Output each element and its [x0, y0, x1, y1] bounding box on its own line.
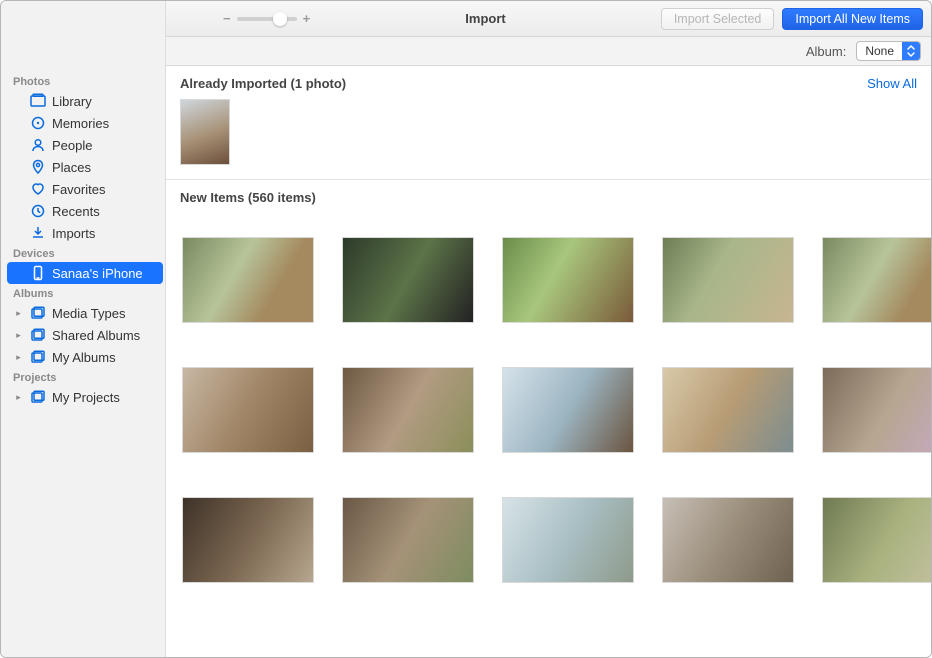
sidebar-item-imports[interactable]: Imports: [7, 222, 163, 244]
window-body: Photos Library Memories People: [1, 66, 931, 657]
photo-thumbnail[interactable]: [822, 367, 931, 453]
recents-icon: [30, 203, 46, 219]
album-icon: [30, 327, 46, 343]
already-imported-header: Already Imported (1 photo) Show All: [166, 66, 931, 99]
album-icon: [30, 389, 46, 405]
photo-thumbnail[interactable]: [662, 237, 794, 323]
sidebar-item-label: Recents: [52, 204, 157, 219]
chevron-right-icon[interactable]: ▸: [13, 308, 24, 319]
photo-thumbnail[interactable]: [502, 237, 634, 323]
album-icon: [30, 305, 46, 321]
sidebar-item-label: Favorites: [52, 182, 157, 197]
section-heading: Already Imported (1 photo): [180, 76, 346, 91]
sidebar-item-places[interactable]: Places: [7, 156, 163, 178]
photo-thumbnail[interactable]: [182, 367, 314, 453]
photos-window: − + Import Import Selected Import All Ne…: [0, 0, 932, 658]
new-items-header: New Items (560 items): [166, 180, 931, 213]
section-heading: New Items (560 items): [180, 190, 316, 205]
sidebar-header-devices: Devices: [7, 244, 163, 262]
chevron-up-down-icon: [902, 42, 920, 60]
iphone-icon: [30, 265, 46, 281]
sidebar-item-memories[interactable]: Memories: [7, 112, 163, 134]
photo-thumbnail[interactable]: [182, 237, 314, 323]
zoom-out-icon: −: [223, 11, 231, 26]
places-icon: [30, 159, 46, 175]
album-label: Album:: [806, 44, 846, 59]
zoom-track[interactable]: [237, 17, 297, 21]
import-all-button[interactable]: Import All New Items: [782, 8, 923, 30]
window-title: Import: [320, 11, 651, 26]
zoom-knob[interactable]: [273, 12, 287, 26]
sidebar-header-projects: Projects: [7, 368, 163, 386]
photo-thumbnail[interactable]: [502, 497, 634, 583]
photo-thumbnail[interactable]: [662, 497, 794, 583]
photo-thumbnail[interactable]: [342, 237, 474, 323]
photo-thumbnail[interactable]: [822, 237, 931, 323]
sidebar-item-label: Imports: [52, 226, 157, 241]
sidebar-item-label: People: [52, 138, 157, 153]
new-items-grid: [166, 213, 931, 583]
show-all-link[interactable]: Show All: [867, 76, 917, 91]
photo-thumbnail[interactable]: [342, 497, 474, 583]
sidebar-item-label: Places: [52, 160, 157, 175]
photo-thumbnail[interactable]: [822, 497, 931, 583]
sidebar-header-photos: Photos: [7, 72, 163, 90]
sidebar: Photos Library Memories People: [1, 1, 166, 657]
chevron-right-icon[interactable]: ▸: [13, 330, 24, 341]
photo-thumbnail[interactable]: [180, 99, 230, 165]
memories-icon: [30, 115, 46, 131]
photo-thumbnail[interactable]: [342, 367, 474, 453]
photo-thumbnail[interactable]: [182, 497, 314, 583]
sidebar-item-label: Memories: [52, 116, 157, 131]
toolbar-right: Import Selected Import All New Items: [661, 8, 923, 30]
library-icon: [30, 93, 46, 109]
album-icon: [30, 349, 46, 365]
sidebar-item-label: My Albums: [52, 350, 157, 365]
sidebar-item-library[interactable]: Library: [7, 90, 163, 112]
sidebar-item-label: Media Types: [52, 306, 157, 321]
sidebar-item-recents[interactable]: Recents: [7, 200, 163, 222]
sidebar-item-my-projects[interactable]: ▸ My Projects: [7, 386, 163, 408]
album-select-value: None: [857, 44, 902, 58]
favorites-icon: [30, 181, 46, 197]
photo-thumbnail[interactable]: [662, 367, 794, 453]
sidebar-item-label: Sanaa's iPhone: [52, 266, 157, 281]
sidebar-item-label: Shared Albums: [52, 328, 157, 343]
sidebar-header-albums: Albums: [7, 284, 163, 302]
photo-thumbnail[interactable]: [502, 367, 634, 453]
chevron-right-icon[interactable]: ▸: [13, 352, 24, 363]
sidebar-item-my-albums[interactable]: ▸ My Albums: [7, 346, 163, 368]
sidebar-item-shared-albums[interactable]: ▸ Shared Albums: [7, 324, 163, 346]
album-select[interactable]: None: [856, 41, 921, 61]
sidebar-item-media-types[interactable]: ▸ Media Types: [7, 302, 163, 324]
zoom-in-icon: +: [303, 11, 311, 26]
import-main: Already Imported (1 photo) Show All New …: [166, 66, 931, 657]
thumbnail-zoom-slider[interactable]: − +: [223, 11, 310, 26]
already-imported-row: [166, 99, 931, 179]
sidebar-item-label: Library: [52, 94, 157, 109]
people-icon: [30, 137, 46, 153]
sidebar-item-people[interactable]: People: [7, 134, 163, 156]
imports-icon: [30, 225, 46, 241]
sidebar-item-favorites[interactable]: Favorites: [7, 178, 163, 200]
sidebar-item-label: My Projects: [52, 390, 157, 405]
chevron-right-icon[interactable]: ▸: [13, 392, 24, 403]
import-selected-button[interactable]: Import Selected: [661, 8, 775, 30]
sidebar-item-device-iphone[interactable]: Sanaa's iPhone: [7, 262, 163, 284]
